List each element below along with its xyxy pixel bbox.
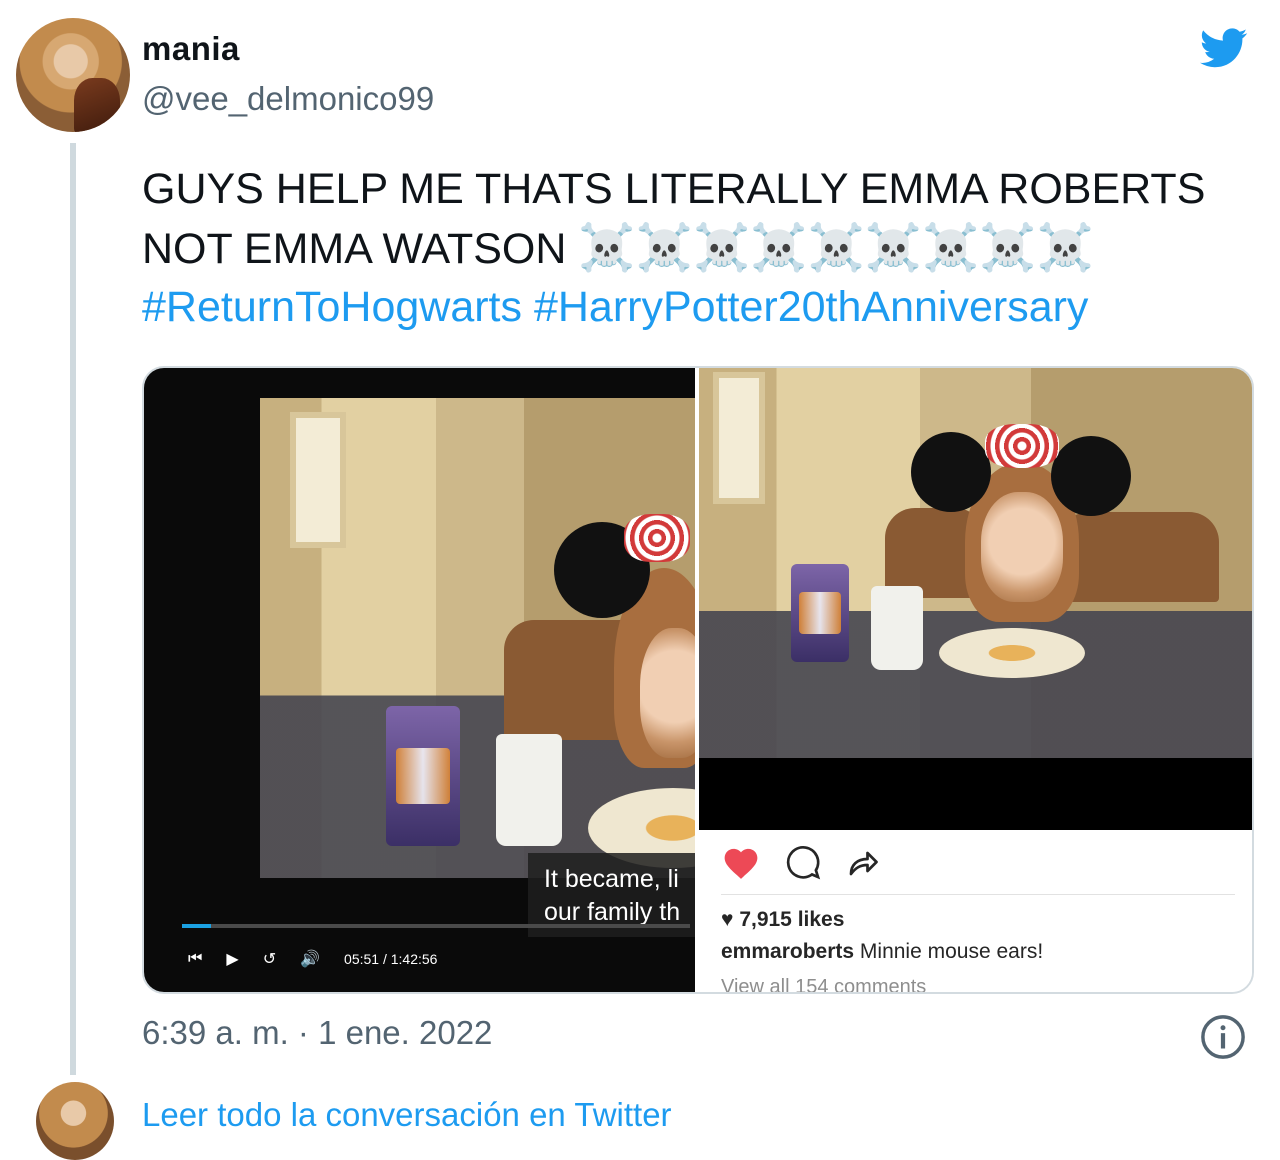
skip-back-icon[interactable]: ⏮ [188,950,202,968]
tweet-line-2-text: NOT EMMA WATSON [142,225,567,273]
tweet-line-2: NOT EMMA WATSON ☠️☠️☠️☠️☠️☠️☠️☠️☠️ [142,218,1262,278]
tweet-hashtags: #ReturnToHogwarts #HarryPotter20thAnnive… [142,278,1262,336]
subtitle-line-1: It became, li [544,865,679,893]
play-icon[interactable]: ▶ [226,949,238,969]
twitter-bird-icon[interactable] [1196,24,1252,72]
caption-text: Minnie mouse ears! [859,940,1044,963]
heart-icon[interactable] [721,844,761,880]
hashtag-harry-potter-anniversary[interactable]: #HarryPotter20thAnniversary [534,283,1088,331]
door-window [713,372,765,504]
likes-count: 7,915 likes [739,908,845,931]
caption-username[interactable]: emmaroberts [721,940,854,963]
video-controls: ⏮ ▶ ↺ 🔊 05:51 / 1:42:56 [188,948,437,970]
comment-icon[interactable] [785,844,821,880]
child-face [640,628,695,758]
thread-line [70,143,76,1075]
instagram-caption: emmaroberts Minnie mouse ears! [721,940,1043,964]
instagram-likes[interactable]: ♥ 7,915 likes [721,908,844,932]
media-grid: It became, li our family th ⏮ ▶ ↺ 🔊 05:5… [142,366,1254,994]
mouse-ear-right [1051,436,1131,516]
photo-border [699,758,1252,830]
volume-icon[interactable]: 🔊 [300,949,320,969]
reply-avatar[interactable] [36,1082,114,1160]
display-name[interactable]: mania [142,30,240,68]
video-progress-fill [182,924,211,928]
video-time: 05:51 / 1:42:56 [344,951,438,967]
mouse-ear-left [911,432,991,512]
tweet-line-1: GUYS HELP ME THATS LITERALLY EMMA ROBERT… [142,165,1206,213]
polka-dot-bow [624,514,690,562]
instagram-actions [721,844,881,880]
likes-heart-icon: ♥ [721,908,740,931]
child-face [981,492,1063,602]
polka-dot-bow [985,424,1059,468]
hashtag-return-to-hogwarts[interactable]: #ReturnToHogwarts [142,283,522,331]
instagram-divider [721,894,1235,895]
tiger-print [396,748,450,804]
replay-10-icon[interactable]: ↺ [263,949,276,969]
view-comments-link[interactable]: View all 154 comments [721,976,926,992]
share-icon[interactable] [845,844,881,880]
white-cup [871,586,923,670]
info-icon[interactable] [1200,1014,1246,1060]
plate [939,628,1085,678]
user-handle[interactable]: @vee_delmonico99 [142,80,434,118]
avatar[interactable] [16,18,130,132]
read-conversation-link[interactable]: Leer todo la conversación en Twitter [142,1096,672,1134]
tweet-text: GUYS HELP ME THATS LITERALLY EMMA ROBERT… [142,160,1262,336]
door-window [290,412,346,548]
media-video-frame[interactable]: It became, li our family th ⏮ ▶ ↺ 🔊 05:5… [144,368,695,992]
video-progress-track[interactable] [182,924,690,928]
white-cup [496,734,562,846]
tiger-print [799,592,841,634]
chair [1059,512,1219,602]
media-instagram-post[interactable]: ♥ 7,915 likes emmaroberts Minnie mouse e… [699,368,1252,992]
tweet-timestamp[interactable]: 6:39 a. m. · 1 ene. 2022 [142,1014,492,1052]
skull-emoji-row: ☠️☠️☠️☠️☠️☠️☠️☠️☠️ [578,221,1094,273]
